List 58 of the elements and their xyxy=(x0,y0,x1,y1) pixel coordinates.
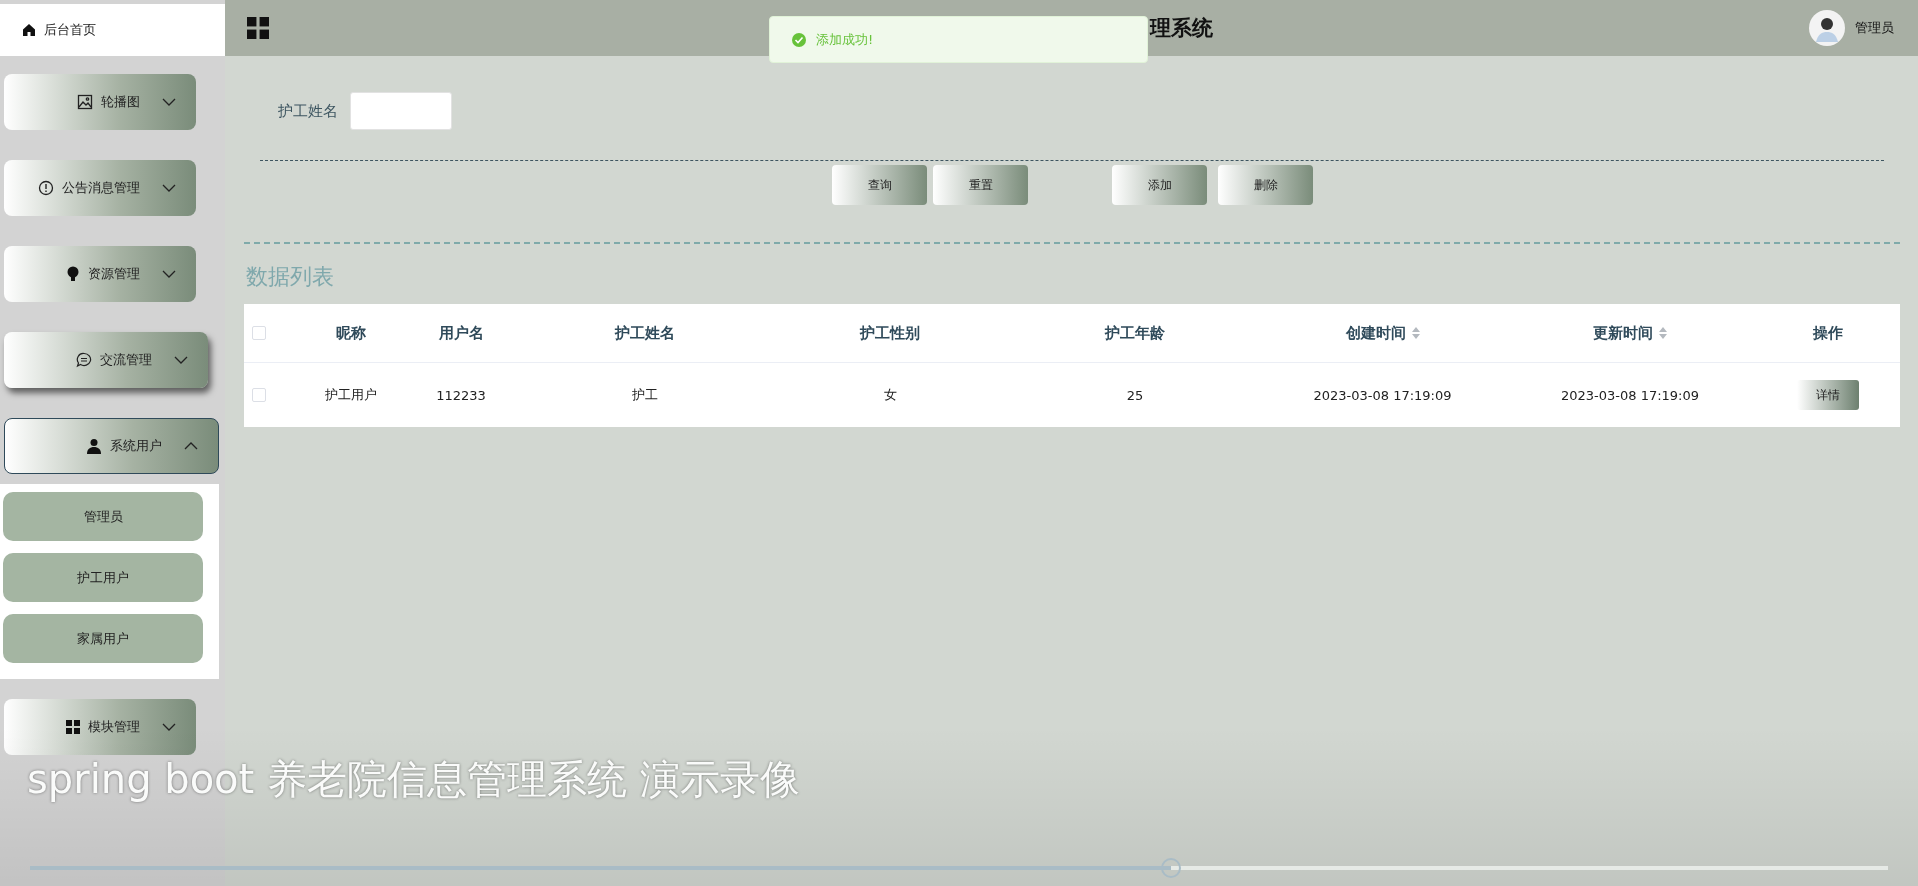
chat-icon xyxy=(76,352,92,368)
table-cell: 女 xyxy=(883,386,897,404)
column-header: 护工年龄 xyxy=(1105,323,1165,343)
action-button[interactable]: 添加 xyxy=(1112,165,1207,205)
field-label: 护工姓名 xyxy=(278,101,338,121)
column-header: 昵称 xyxy=(335,323,366,343)
user-name: 管理员 xyxy=(1855,19,1894,37)
lightbulb-icon xyxy=(66,266,80,282)
home-icon xyxy=(22,23,36,37)
table-cell: 护工用户 xyxy=(324,386,377,404)
sort-icon[interactable] xyxy=(1411,327,1420,339)
sidebar-menu-item[interactable]: 轮播图 xyxy=(4,74,196,130)
system-title: 理系统 xyxy=(1150,15,1213,42)
column-header: 创建时间 xyxy=(1345,323,1406,343)
chevron-icon xyxy=(162,723,176,731)
home-menu-item[interactable]: 后台首页 xyxy=(0,4,225,56)
chevron-icon xyxy=(162,184,176,192)
image-icon xyxy=(77,94,93,110)
table-cell: 112233 xyxy=(436,387,486,403)
table-cell: 2023-03-08 17:19:09 xyxy=(1560,387,1700,403)
chevron-icon xyxy=(162,270,176,278)
chevron-icon xyxy=(162,98,176,106)
user-icon xyxy=(86,438,102,454)
table-cell: 25 xyxy=(1126,387,1144,403)
sidebar-menu-item[interactable]: 系统用户 xyxy=(4,418,219,474)
column-header: 护工姓名 xyxy=(615,323,675,343)
table-cell: 2023-03-08 17:19:09 xyxy=(1313,387,1452,403)
table-cell: 护工 xyxy=(632,386,658,404)
sidebar-menu-item[interactable]: 资源管理 xyxy=(4,246,196,302)
sort-icon[interactable] xyxy=(1659,327,1667,339)
grid-icon xyxy=(66,720,80,734)
column-header: 更新时间 xyxy=(1593,323,1653,343)
action-button[interactable]: 重置 xyxy=(933,165,1028,205)
submenu-item[interactable]: 家属用户 xyxy=(3,614,203,663)
sidebar-menu-item[interactable]: 交流管理 xyxy=(4,332,208,388)
sidebar-menu-item[interactable]: 公告消息管理 xyxy=(4,160,196,216)
select-all-checkbox[interactable] xyxy=(252,326,266,340)
action-button[interactable]: 查询 xyxy=(832,165,927,205)
column-header: 用户名 xyxy=(438,323,484,343)
slider-thumb[interactable] xyxy=(1160,858,1181,878)
action-button[interactable]: 删除 xyxy=(1218,165,1313,205)
chevron-icon xyxy=(184,442,198,450)
detail-button[interactable]: 详情 xyxy=(1796,380,1859,410)
chevron-icon xyxy=(174,356,188,364)
row-checkbox[interactable] xyxy=(252,388,266,402)
section-title: 数据列表 xyxy=(246,263,335,291)
sidebar-menu-item[interactable]: 模块管理 xyxy=(4,699,196,755)
column-header: 操作 xyxy=(1812,323,1843,343)
info-icon xyxy=(38,180,54,196)
submenu-item[interactable]: 护工用户 xyxy=(3,553,203,602)
home-label: 后台首页 xyxy=(44,21,96,39)
column-header: 护工性别 xyxy=(860,323,920,343)
grid-icon[interactable] xyxy=(247,17,269,39)
name-input-field[interactable] xyxy=(350,92,452,130)
toast-message: 添加成功! xyxy=(816,30,874,49)
submenu-item[interactable]: 管理员 xyxy=(3,492,203,541)
check-circle-icon xyxy=(792,32,806,47)
avatar[interactable] xyxy=(1809,10,1845,46)
